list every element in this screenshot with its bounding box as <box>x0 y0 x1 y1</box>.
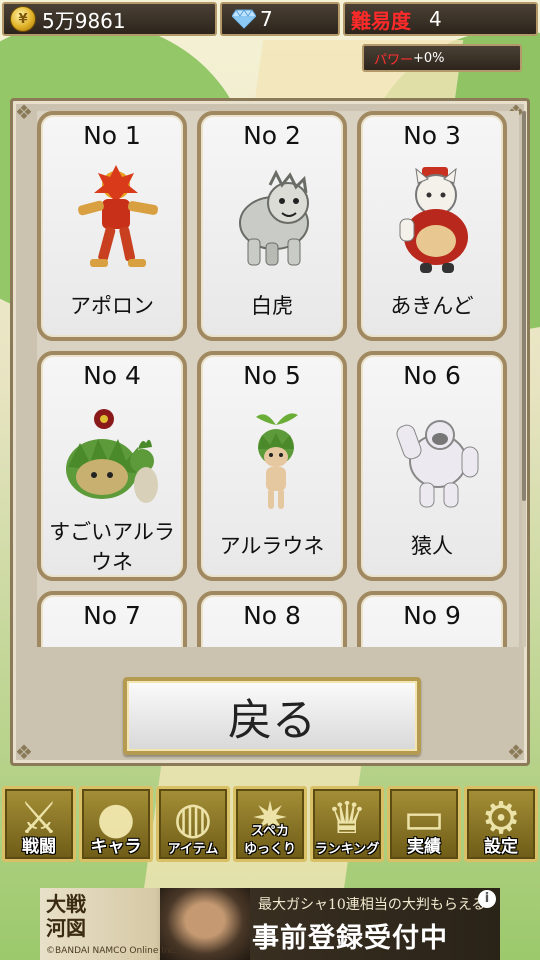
ad-copy-line-2: 事前登録受付中 <box>252 923 448 954</box>
nav-label: 戦闘 <box>22 837 56 857</box>
monster-card-2[interactable]: No 2 白虎 <box>197 111 347 341</box>
card-name: アルラウネ <box>219 534 325 558</box>
coin-panel: ¥ 5万9861 <box>2 2 217 36</box>
card-name: アポロン <box>70 294 154 318</box>
coin-count: 5万9861 <box>42 8 126 33</box>
card-number: No 7 <box>83 601 141 630</box>
nav-character-button[interactable]: ● キャラ <box>79 786 153 862</box>
monster-card-1[interactable]: No 1 アポロン <box>37 111 187 341</box>
nav-label: キャラ <box>90 837 142 857</box>
card-name: あきんど <box>390 294 474 318</box>
card-number: No 3 <box>403 121 461 150</box>
card-number: No 8 <box>243 601 301 630</box>
coin-icon: ¥ <box>10 6 36 32</box>
monster-card-8[interactable]: No 8 <box>197 591 347 647</box>
nav-spellcard-button[interactable]: ✷ スペカ ゆっくり <box>233 786 307 862</box>
monster-card-9[interactable]: No 9 <box>357 591 507 647</box>
ad-info-icon[interactable]: i <box>478 890 496 908</box>
card-number: No 4 <box>83 361 141 390</box>
power-panel: パワー +0% <box>362 44 522 72</box>
ad-logo-line-1: 大戦 <box>46 892 86 916</box>
scrollbar-thumb[interactable] <box>522 111 526 501</box>
frame-corner-ornament: ❖ <box>15 100 33 124</box>
nav-label: ランキング <box>314 842 380 857</box>
difficulty-panel: 難易度 4 <box>343 2 538 36</box>
bottom-nav: ⚔ 戦闘 ● キャラ ◍ アイテム ✷ スペカ ゆっくり ♛ ランキング ▭ 実… <box>0 786 540 864</box>
nav-battle-button[interactable]: ⚔ 戦闘 <box>2 786 76 862</box>
status-bar: ¥ 5万9861 7 難易度 4 <box>0 0 540 40</box>
card-name: すごいアルラウネ <box>49 520 175 574</box>
nav-achievement-button[interactable]: ▭ 実績 <box>387 786 461 862</box>
trophy-icon: ♛ <box>327 793 367 844</box>
nav-label: アイテム <box>167 842 219 857</box>
difficulty-value: 4 <box>429 7 442 31</box>
card-number: No 9 <box>403 601 461 630</box>
monster-card-3[interactable]: No 3 あきんど <box>357 111 507 341</box>
frame-corner-ornament: ❖ <box>507 740 525 764</box>
diamond-icon <box>232 9 256 29</box>
nav-ranking-button[interactable]: ♛ ランキング <box>310 786 384 862</box>
bag-icon: ◍ <box>173 793 213 844</box>
ad-banner[interactable]: 大戦 河図 最大ガシャ10連相当の大判もらえる 事前登録受付中 ©BANDAI … <box>40 888 500 960</box>
nav-item-button[interactable]: ◍ アイテム <box>156 786 230 862</box>
ad-logo-line-2: 河図 <box>46 916 86 940</box>
gem-count: 7 <box>260 7 273 31</box>
nav-label: ゆっくり <box>243 842 296 857</box>
red-armored-warrior-icon <box>78 165 159 267</box>
monster-card-6[interactable]: No 6 猿人 <box>357 351 507 581</box>
frame-corner-ornament: ❖ <box>15 740 33 764</box>
monster-grid[interactable]: No 1 アポロン No 2 白虎 No 3 あきんど No 4 すごいアルラウ… <box>37 111 519 647</box>
bestiary-panel: ❖ ❖ ❖ ❖ No 1 アポロン No 2 <box>10 98 530 766</box>
white-ape-icon <box>396 420 479 508</box>
merchant-cat-icon <box>399 167 468 273</box>
white-tiger-icon <box>239 169 309 266</box>
nav-label: 実績 <box>407 837 441 857</box>
monster-card-5[interactable]: No 5 アルラウネ <box>197 351 347 581</box>
card-name: 白虎 <box>251 294 293 318</box>
ad-credit: ©BANDAI NAMCO Online Inc. <box>46 946 178 956</box>
grid-scrollbar[interactable] <box>522 111 526 647</box>
monster-card-4[interactable]: No 4 すごいアルラウネ <box>37 351 187 581</box>
card-name: 猿人 <box>411 534 453 558</box>
big-alraune-icon <box>66 409 158 503</box>
card-number: No 2 <box>243 121 301 150</box>
back-button[interactable]: 戻る <box>123 677 421 755</box>
difficulty-label: 難易度 <box>351 8 411 33</box>
ad-copy-line-1: 最大ガシャ10連相当の大判もらえる <box>258 897 486 913</box>
card-number: No 5 <box>243 361 301 390</box>
nav-label-top: スペカ <box>250 824 290 839</box>
alraune-sprout-icon <box>256 413 298 509</box>
power-value: +0% <box>413 50 445 66</box>
card-number: No 1 <box>83 121 141 150</box>
gem-panel: 7 <box>220 2 340 36</box>
monster-card-7[interactable]: No 7 <box>37 591 187 647</box>
card-number: No 6 <box>403 361 461 390</box>
nav-label: 設定 <box>484 837 518 857</box>
nav-settings-button[interactable]: ⚙ 設定 <box>464 786 538 862</box>
power-label: パワー <box>374 52 414 68</box>
ad-logo: 大戦 河図 <box>46 892 86 940</box>
